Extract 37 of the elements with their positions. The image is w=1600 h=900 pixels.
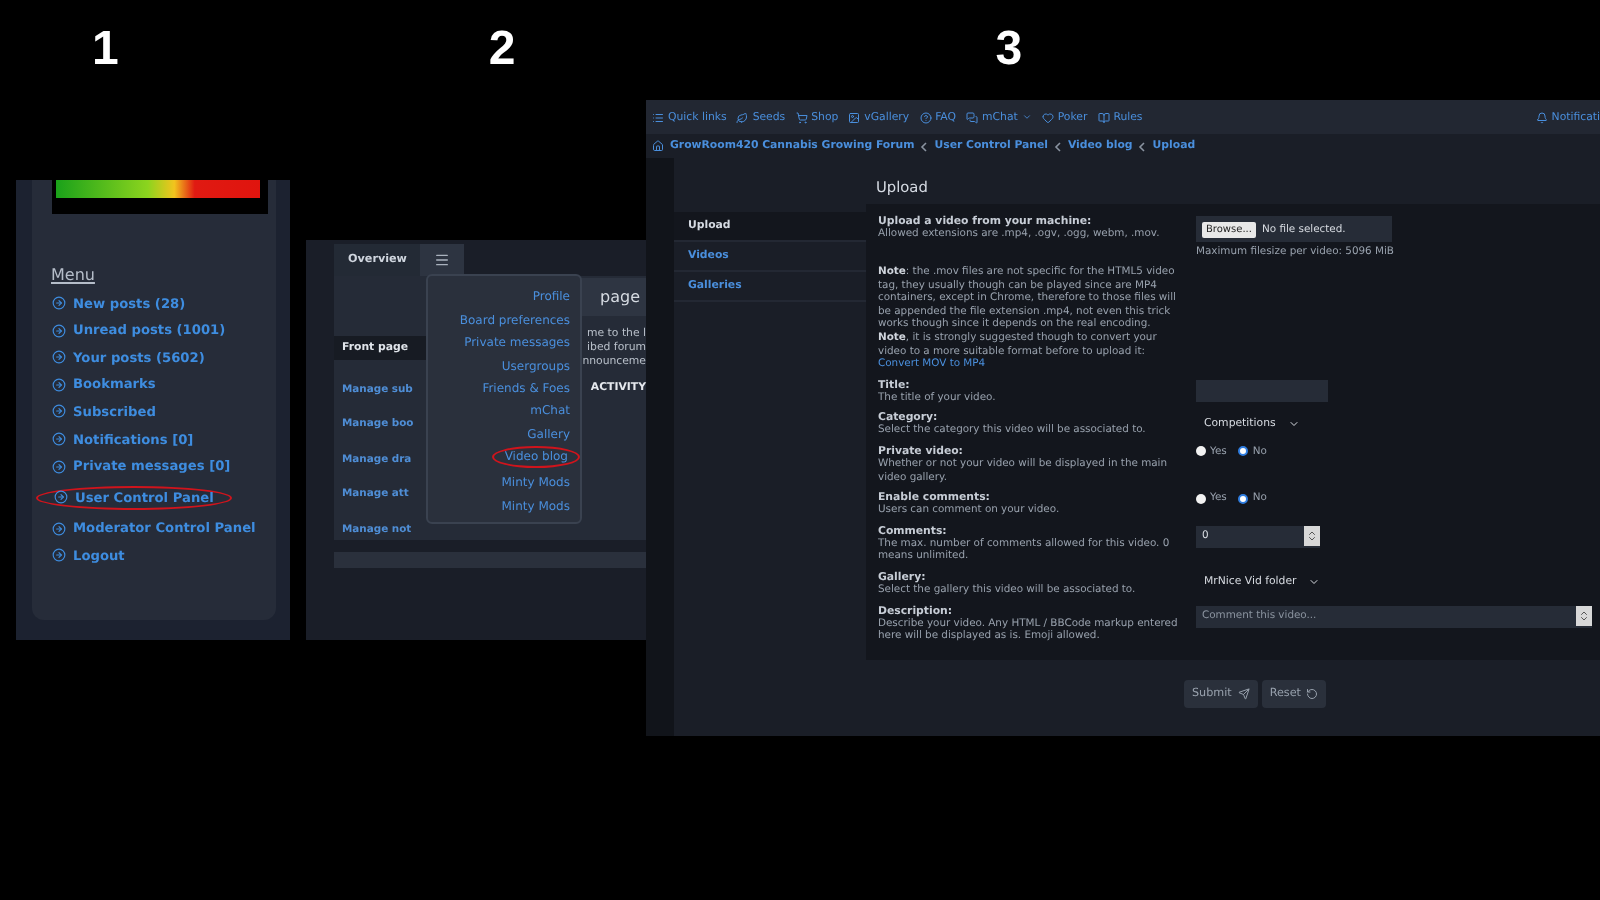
menu-title: Menu [51, 266, 95, 284]
title-input[interactable] [1196, 379, 1328, 402]
menu-icon [434, 252, 451, 268]
reset-icon [1306, 687, 1319, 700]
arrow-circle-icon [51, 296, 65, 311]
book-icon [1097, 111, 1110, 123]
list-icon [652, 111, 664, 123]
arrow-circle-icon [51, 459, 65, 474]
chevron-left-icon [920, 141, 929, 151]
scrollbar-icon [1576, 606, 1592, 626]
heart-icon [1041, 111, 1054, 123]
arrow-circle-icon [53, 490, 67, 505]
arrow-circle-icon [51, 323, 65, 338]
arrow-circle-icon [51, 377, 65, 392]
step-number: 2 [488, 22, 516, 78]
bell-icon [1535, 111, 1548, 123]
send-icon [1237, 687, 1250, 700]
spinner-icon[interactable] [1304, 526, 1320, 547]
leaf-icon [736, 111, 749, 123]
step-number: 3 [995, 22, 1023, 78]
arrow-circle-icon [51, 404, 65, 419]
chat-icon [966, 111, 979, 123]
arrow-circle-icon [51, 548, 65, 563]
home-icon [652, 140, 664, 152]
help-icon [919, 111, 932, 123]
chevron-left-icon [1138, 141, 1147, 151]
menu-tab[interactable] [420, 244, 465, 276]
arrow-circle-icon [51, 521, 65, 536]
arrow-circle-icon [51, 350, 65, 365]
chevron-left-icon [1053, 141, 1062, 151]
image-icon [848, 111, 861, 123]
chevron-down-icon [1308, 576, 1321, 589]
chevron-down-icon [1287, 417, 1300, 430]
step-number: 1 [92, 22, 119, 78]
page-heading: page [580, 277, 646, 315]
cart-icon [795, 111, 808, 123]
arrow-circle-icon [51, 432, 65, 447]
